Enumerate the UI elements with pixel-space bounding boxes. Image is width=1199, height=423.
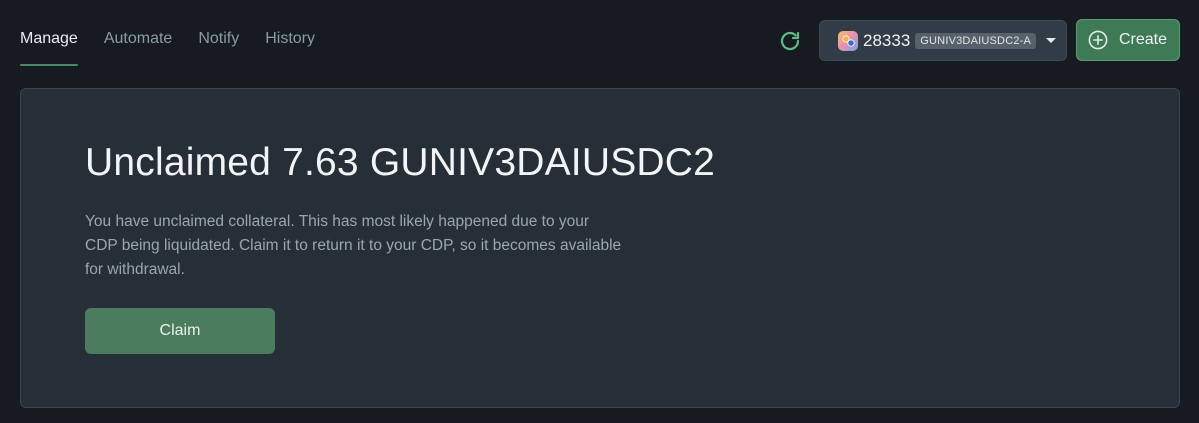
vault-id: 28333 — [863, 30, 911, 50]
card-description: You have unclaimed collateral. This has … — [85, 213, 622, 278]
refresh-icon[interactable] — [778, 29, 802, 53]
tab-notify[interactable]: Notify — [198, 28, 239, 66]
tab-history[interactable]: History — [265, 28, 315, 66]
token-logo-icon — [837, 30, 859, 52]
vault-selector[interactable]: 28333 GUNIV3DAIUSDC2-A — [819, 20, 1067, 61]
nav-tabs: Manage Automate Notify History — [20, 28, 341, 66]
create-button-label: Create — [1119, 31, 1168, 48]
create-button[interactable]: Create — [1076, 19, 1180, 61]
claim-button[interactable]: Claim — [85, 308, 275, 354]
top-bar: Manage Automate Notify History 28333 GUN… — [0, 0, 1199, 80]
vault-ilk-badge: GUNIV3DAIUSDC2-A — [915, 32, 1037, 49]
tab-manage[interactable]: Manage — [20, 28, 78, 66]
tab-automate[interactable]: Automate — [104, 28, 172, 66]
card-title: Unclaimed 7.63 GUNIV3DAIUSDC2 — [85, 141, 716, 184]
plus-circle-icon — [1088, 30, 1108, 50]
caret-down-icon — [1046, 38, 1057, 43]
unclaimed-collateral-card: Unclaimed 7.63 GUNIV3DAIUSDC2 You have u… — [20, 88, 1180, 408]
